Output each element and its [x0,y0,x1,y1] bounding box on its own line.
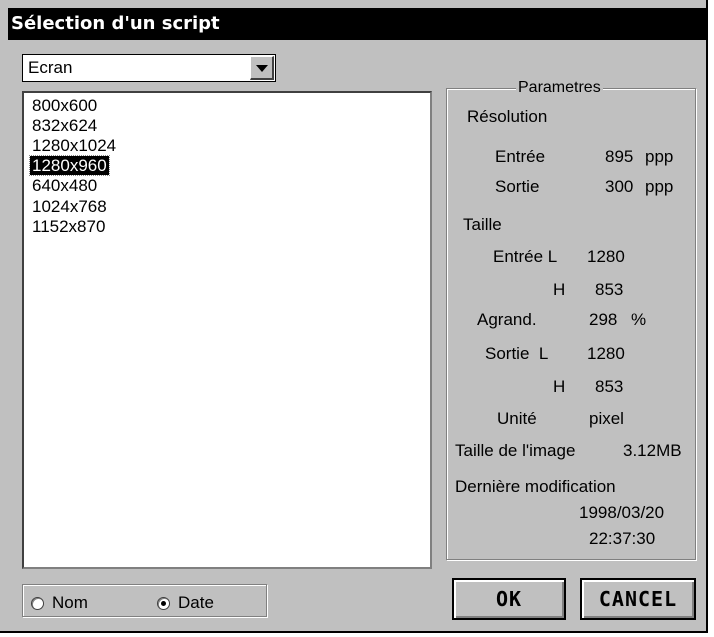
parameters-legend: Parametres [516,79,603,97]
last-modified-label: Dernière modification [455,477,616,496]
enlargement-value: 298 [589,310,618,329]
image-size-value: 3.12MB [623,441,682,460]
resolution-label: Résolution [467,107,548,126]
list-item-selected[interactable]: 1280x960 [29,155,110,176]
output-resolution-unit: ppp [645,177,674,196]
list-item[interactable]: 800x600 [30,96,99,115]
size-label: Taille [463,215,502,234]
input-resolution-unit: ppp [645,147,674,166]
radio-unchecked-icon [31,596,44,610]
sort-by-date-radio[interactable]: Date [157,593,214,613]
dropdown-button[interactable] [250,56,274,80]
input-width-value: 1280 [587,247,625,266]
output-resolution-value: 300 [605,177,634,196]
list-item[interactable]: 1280x1024 [30,136,118,155]
unit-value: pixel [589,409,624,428]
input-height-label: H [553,280,566,299]
input-height-value: 853 [595,280,624,299]
cancel-button[interactable]: CANCEL [580,578,696,620]
output-width-label: Sortie L [485,344,549,363]
output-width-value: 1280 [587,344,625,363]
script-selection-dialog: Sélection d'un script Ecran 800x600 832x… [0,0,708,633]
radio-checked-icon [157,596,170,610]
list-item[interactable]: 640x480 [30,176,99,195]
parameters-panel: Parametres Résolution Entrée 895 ppp Sor… [446,79,696,560]
sort-by-name-label: Nom [52,593,88,612]
sort-by-date-label: Date [178,593,214,612]
image-size-label: Taille de l'image [455,441,576,460]
unit-label: Unité [497,409,537,428]
enlargement-unit: % [631,310,647,329]
last-modified-time: 22:37:30 [589,529,656,548]
list-item[interactable]: 832x624 [30,116,99,135]
dialog-title: Sélection d'un script [8,8,706,40]
output-resolution-label: Sortie [495,177,540,196]
list-item[interactable]: 1152x870 [30,217,107,236]
input-width-label: Entrée L [493,247,558,266]
input-resolution-value: 895 [605,147,634,166]
output-height-label: H [553,377,566,396]
chevron-down-icon [256,65,268,72]
last-modified-date: 1998/03/20 [579,503,665,522]
input-resolution-label: Entrée [495,147,546,166]
sort-radio-group: Nom Date [22,584,268,618]
output-height-value: 853 [595,377,624,396]
enlargement-label: Agrand. [477,310,537,329]
script-list[interactable]: 800x600 832x624 1280x1024 1280x960 640x4… [22,91,432,569]
sort-by-name-radio[interactable]: Nom [31,593,88,613]
category-dropdown-value: Ecran [28,58,73,77]
category-dropdown[interactable]: Ecran [22,54,276,82]
list-item[interactable]: 1024x768 [30,197,109,216]
ok-button[interactable]: OK [452,578,566,620]
